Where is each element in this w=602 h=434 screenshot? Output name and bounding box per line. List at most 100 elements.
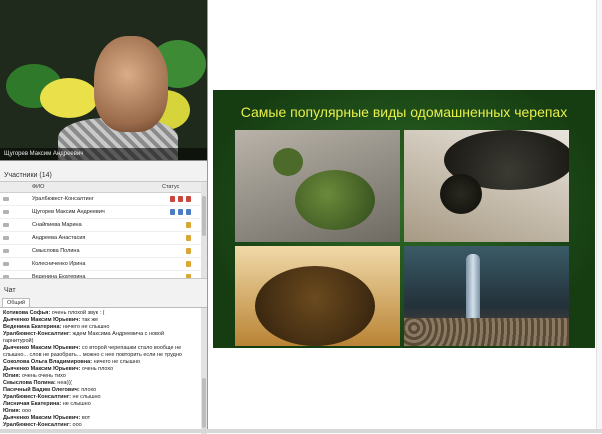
participant-row[interactable]: Снайпиева Марина <box>0 219 207 232</box>
panel-divider[interactable] <box>207 0 208 433</box>
message-text: неа((( <box>57 380 72 386</box>
participant-row[interactable]: Колесниченко Ирина <box>0 258 207 271</box>
chat-message: Смыслова Полина: неа((( <box>0 380 207 387</box>
message-author: Котикова Софья: <box>3 310 51 316</box>
message-text: плохо <box>81 387 97 393</box>
message-text: гарнитурой) <box>3 338 34 344</box>
chat-messages: Котикова Софья: очень плохой звук : (Дья… <box>0 307 207 434</box>
turtle-photo-red-eared <box>235 130 400 242</box>
message-text: очень плохо <box>81 366 114 372</box>
status-icon <box>186 196 191 202</box>
turtle-head <box>273 148 303 176</box>
message-author: Урал6ювест-Консалтинг: <box>3 394 71 400</box>
chat-message: Дьяченко Максим Юрьевич: очень плохо <box>0 366 207 373</box>
turtle-shell <box>295 170 375 230</box>
user-icon <box>3 210 9 214</box>
background-plant <box>40 78 98 118</box>
aquarium-gravel <box>404 318 569 346</box>
message-text: не слышно <box>62 401 91 407</box>
chat-message: Юлия: ооо <box>0 408 207 415</box>
chat-message: Урал6ювест-Консалтинг: ооо <box>0 422 207 429</box>
turtle-photo-aquarium <box>404 246 569 346</box>
chat-message: гарнитурой) <box>0 338 207 345</box>
participant-row[interactable]: Урал6ювест-Консалтинг <box>0 193 207 206</box>
participant-name: Веденина Екатерина <box>32 274 86 279</box>
participant-name: Урал6ювест-Консалтинг <box>32 196 94 202</box>
message-text: ничего не слышно <box>62 324 110 330</box>
turtle-neck <box>466 254 480 324</box>
column-name-header[interactable]: ФИО <box>32 182 44 192</box>
chat-message: Урал6ювест-Консалтинг: ждем Максима Андр… <box>0 331 207 338</box>
status-icon <box>170 196 175 202</box>
chat-message: Дьяченко Максим Юрьевич: со второй череп… <box>0 345 207 352</box>
message-text: ооо <box>72 422 82 428</box>
status-icon <box>170 209 175 215</box>
message-author: Веденина Екатерина: <box>3 324 62 330</box>
message-text: очень плохой звук : ( <box>51 310 105 316</box>
scrollbar-thumb[interactable] <box>202 196 206 236</box>
user-icon <box>3 197 9 201</box>
slide-title: Самые популярные виды одомашненных череп… <box>240 104 568 120</box>
message-author: Урал6ювест-Консалтинг: <box>3 422 71 428</box>
message-text: ничего не слышно <box>93 359 141 365</box>
chat-message: Пасечный Вадим Олегович: плохо <box>0 387 207 394</box>
message-text: очень очень тихо <box>21 373 66 379</box>
chat-message: Дьяченко Максим Юрьевич: так же <box>0 317 207 324</box>
main-scrollbar[interactable] <box>596 0 602 433</box>
user-icon <box>3 262 9 266</box>
message-author: Урал6ювест-Консалтинг: <box>3 331 71 337</box>
status-icon <box>186 274 191 278</box>
message-author: Дьяченко Максим Юрьевич: <box>3 317 81 323</box>
participants-table: ФИО Статус Урал6ювест-Консалтинг Щугорев … <box>0 181 207 279</box>
message-text: вот <box>81 415 91 421</box>
webcam-video: Щугорев Максим Андреевич <box>0 0 207 161</box>
message-author: Соколова Ольга Владимировна: <box>3 359 93 365</box>
user-icon <box>3 249 9 253</box>
chat-title: Чат <box>0 285 207 297</box>
turtle-photo-tortoise <box>235 246 400 346</box>
chat-message: Лисничая Екатерина: не слышно <box>0 401 207 408</box>
message-author: Юлия: <box>3 408 21 414</box>
message-text: слышно... слов не разобрать... можно с н… <box>3 352 182 358</box>
message-author: Пасечный Вадим Олегович: <box>3 387 80 393</box>
video-caption: Щугорев Максим Андреевич <box>0 148 207 160</box>
status-icon <box>178 209 183 215</box>
column-status-header[interactable]: Статус <box>162 182 179 192</box>
status-icon <box>178 196 183 202</box>
participant-name: Колесниченко Ирина <box>32 261 86 267</box>
turtle-head <box>440 174 482 214</box>
chat-message: слышно... слов не разобрать... можно с н… <box>0 352 207 359</box>
message-author: Лисничая Екатерина: <box>3 401 62 407</box>
status-icon <box>186 248 191 254</box>
participant-name: Андреева Анастасия <box>32 235 86 241</box>
message-text: не слышно <box>72 394 101 400</box>
participant-row[interactable]: Щугорев Максим Андреевич <box>0 206 207 219</box>
participant-row[interactable]: Смыслова Полина <box>0 245 207 258</box>
message-author: Юлия: <box>3 373 21 379</box>
message-text: ждем Максима Андреевича с новой <box>72 331 165 337</box>
status-icon <box>186 209 191 215</box>
status-icon <box>186 222 191 228</box>
bottom-bar <box>0 429 602 433</box>
turtle-shell <box>255 266 375 346</box>
chat-message: Дьяченко Максим Юрьевич: вот <box>0 415 207 422</box>
user-icon <box>3 223 9 227</box>
chat-message: Соколова Ольга Владимировна: ничего не с… <box>0 359 207 366</box>
message-text: со второй черепашки стало вообще не <box>81 345 182 351</box>
left-panel: Щугорев Максим Андреевич Участники (14) … <box>0 0 207 434</box>
participant-row[interactable]: Веденина Екатерина <box>0 271 207 279</box>
chat-message: Урал6ювест-Консалтинг: не слышно <box>0 394 207 401</box>
chat-message: Котикова Софья: очень плохой звук : ( <box>0 310 207 317</box>
message-text: так же <box>81 317 99 323</box>
participant-name: Снайпиева Марина <box>32 222 82 228</box>
scrollbar-thumb[interactable] <box>202 378 206 428</box>
message-author: Дьяченко Максим Юрьевич: <box>3 366 81 372</box>
participant-row[interactable]: Андреева Анастасия <box>0 232 207 245</box>
user-icon <box>3 236 9 240</box>
turtle-photo-european-pond <box>404 130 569 242</box>
participant-name: Щугорев Максим Андреевич <box>32 209 105 215</box>
message-author: Дьяченко Максим Юрьевич: <box>3 415 81 421</box>
user-icon <box>3 275 9 278</box>
participant-name: Смыслова Полина <box>32 248 80 254</box>
status-icon <box>186 235 191 241</box>
